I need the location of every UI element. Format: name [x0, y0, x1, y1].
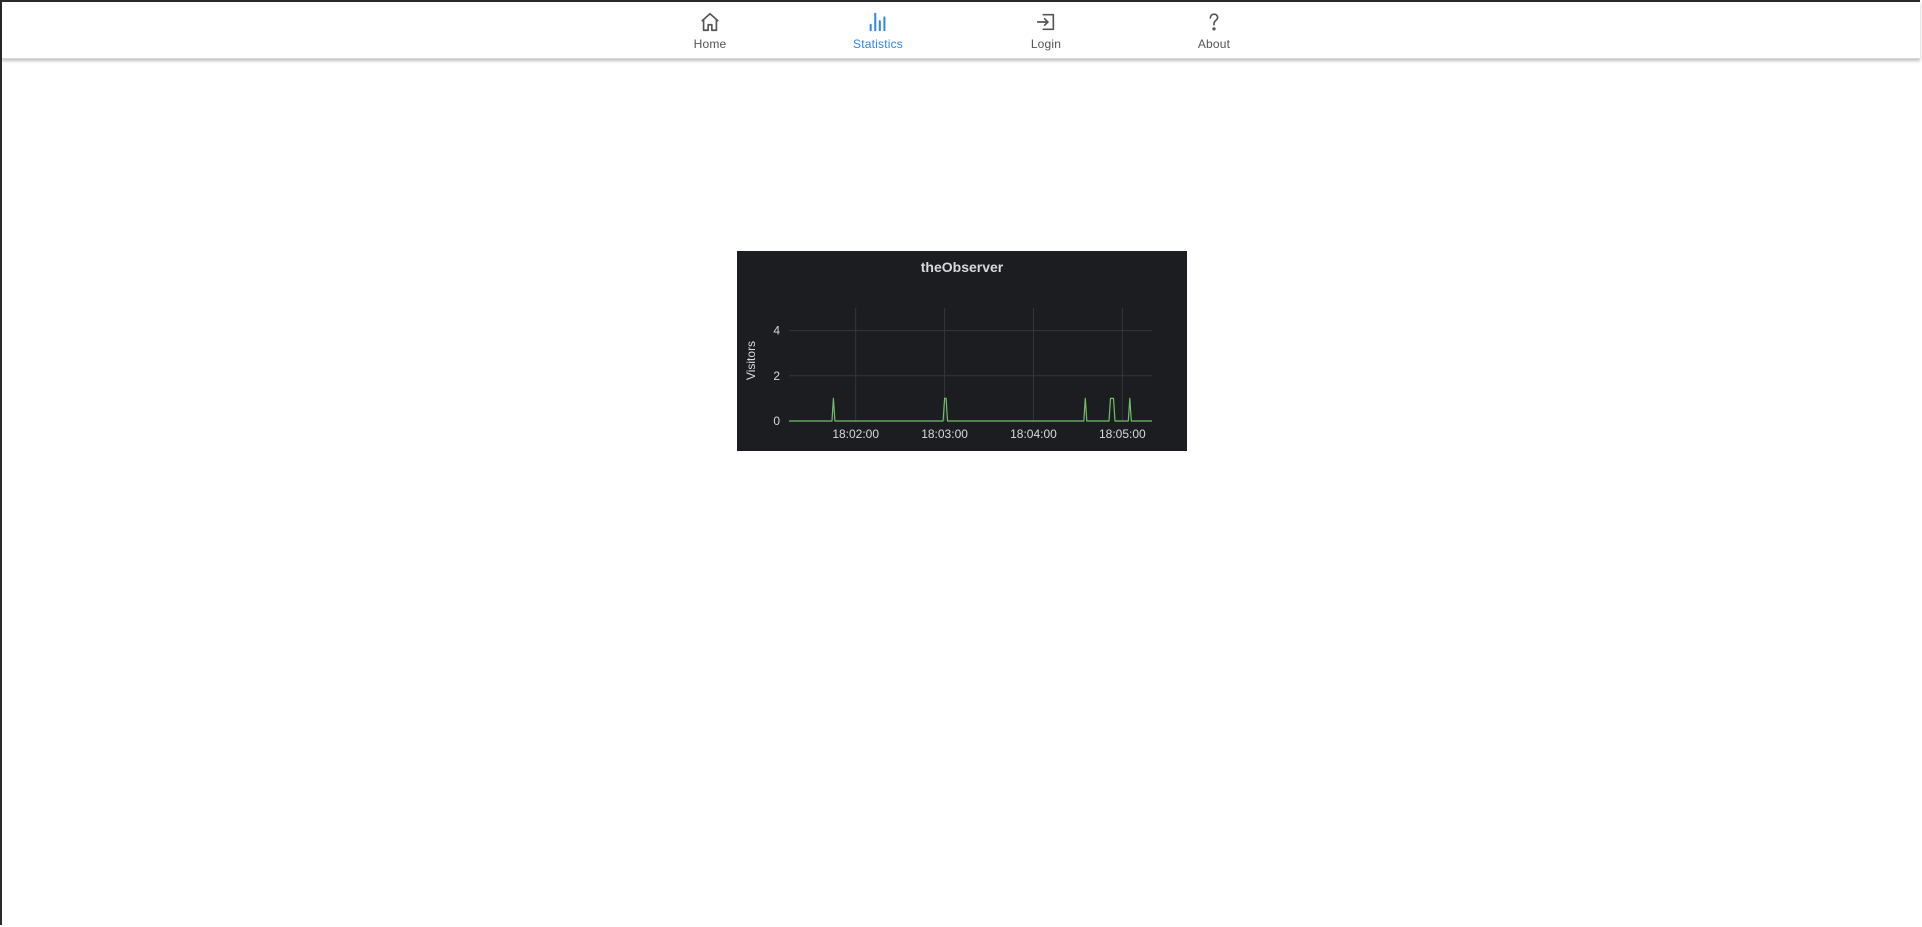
x-tick-label: 18:02:00: [832, 427, 879, 441]
visitors-chart: 0 2 4 18:02:00 18:03:00 18:04:00 18:05:00 Visit…: [744, 308, 1152, 441]
data-point: [1083, 420, 1084, 421]
data-point: [947, 420, 948, 421]
data-point: [1111, 398, 1112, 399]
chart-panel: 0 2 4 18:02:00 18:03:00 18:04:00 18:05:00 Visit…: [737, 251, 1187, 451]
data-point: [1113, 398, 1114, 399]
data-point: [834, 420, 835, 421]
nav-item-statistics[interactable]: Statistics: [818, 10, 938, 54]
y-tick-label: 4: [773, 324, 780, 338]
window-frame: [0, 0, 1920, 925]
data-point: [1129, 398, 1130, 399]
nav-item-label: Statistics: [852, 37, 903, 51]
data-point: [1114, 420, 1115, 421]
data-point: [1110, 398, 1111, 399]
bar-chart-icon: [866, 10, 890, 34]
data-point: [944, 398, 945, 399]
y-axis-label: Visitors: [744, 341, 758, 380]
nav-item-about[interactable]: About: [1154, 10, 1274, 54]
data-point: [1128, 420, 1129, 421]
data-point: [1131, 420, 1132, 421]
data-point: [1151, 420, 1152, 421]
data-point: [945, 398, 946, 399]
data-point: [942, 420, 943, 421]
x-tick-label: 18:05:00: [1099, 427, 1146, 441]
y-tick-label: 2: [773, 369, 780, 383]
data-point: [833, 398, 834, 399]
data-point: [1086, 420, 1087, 421]
top-navigation-bar: Home Statistics Login About: [2, 2, 1920, 59]
y-tick-label: 0: [773, 414, 780, 428]
x-tick-label: 18:04:00: [1010, 427, 1057, 441]
nav-item-label: Login: [1030, 37, 1062, 51]
nav-item-label: Home: [693, 37, 727, 51]
data-point: [1085, 398, 1086, 399]
visitors-series-line: [789, 397, 1152, 422]
question-icon: [1202, 10, 1226, 34]
nav-item-home[interactable]: Home: [650, 10, 770, 54]
chart-title: theObserver: [920, 259, 1004, 275]
data-point: [788, 420, 789, 421]
x-tick-label: 18:03:00: [921, 427, 968, 441]
data-point: [1108, 420, 1109, 421]
data-point: [831, 420, 832, 421]
nav-item-login[interactable]: Login: [986, 10, 1106, 54]
login-icon: [1034, 10, 1058, 34]
home-icon: [698, 10, 722, 34]
nav-item-label: About: [1197, 37, 1231, 51]
